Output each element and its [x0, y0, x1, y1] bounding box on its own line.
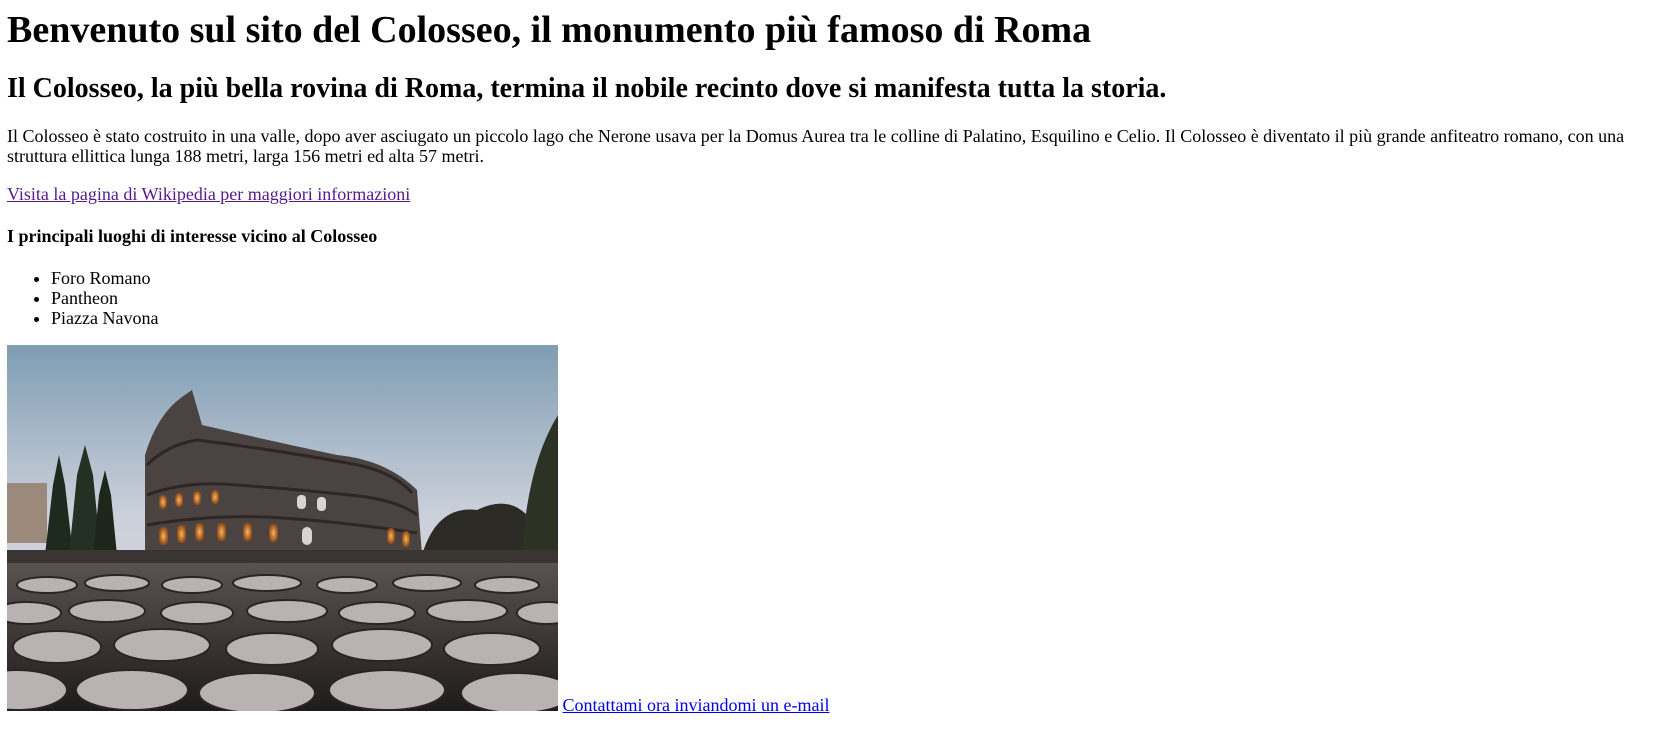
figure-row: Contattami ora inviandomi un e-mail — [7, 345, 1657, 715]
places-list: Foro Romano Pantheon Piazza Navona — [7, 268, 1657, 328]
page-subtitle: Il Colosseo, la più bella rovina di Roma… — [7, 73, 1167, 104]
intro-paragraph: Il Colosseo è stato costruito in una val… — [7, 126, 1625, 166]
page-title: Benvenuto sul sito del Colosseo, il monu… — [7, 9, 1092, 51]
wiki-link-paragraph: Visita la pagina di Wikipedia per maggio… — [7, 184, 1657, 204]
list-item: Foro Romano — [51, 268, 1657, 288]
list-item: Pantheon — [51, 288, 1657, 308]
colosseum-photo — [7, 345, 558, 711]
contact-email-link[interactable]: Contattami ora inviandomi un e-mail — [563, 695, 830, 715]
wikipedia-link[interactable]: Visita la pagina di Wikipedia per maggio… — [7, 184, 410, 204]
places-heading: I principali luoghi di interesse vicino … — [7, 226, 378, 246]
list-item: Piazza Navona — [51, 308, 1657, 328]
